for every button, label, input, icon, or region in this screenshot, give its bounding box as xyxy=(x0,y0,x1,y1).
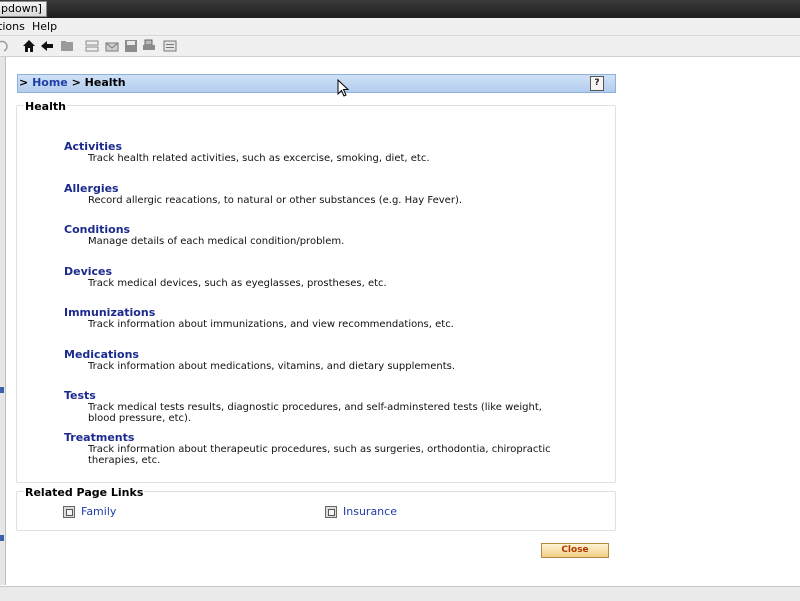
category-link-medications[interactable]: Medications xyxy=(64,348,564,361)
related-link-family[interactable]: Family xyxy=(63,505,116,518)
menu-item-options[interactable]: tions xyxy=(0,20,25,33)
related-link-label[interactable]: Family xyxy=(81,505,116,518)
category-description: Track information about therapeutic proc… xyxy=(88,444,551,466)
list-item: Immunizations Track information about im… xyxy=(64,306,564,330)
list-item: Conditions Manage details of each medica… xyxy=(64,223,564,247)
content-area: > Home > Health ? Health Activities Trac… xyxy=(6,57,800,585)
list-item: Activities Track health related activiti… xyxy=(64,140,564,164)
left-pane-marker xyxy=(0,535,4,541)
breadcrumb-current: Health xyxy=(84,76,126,89)
category-link-devices[interactable]: Devices xyxy=(64,265,564,278)
list-item: Treatments Track information about thera… xyxy=(64,431,564,466)
panel-title: Health xyxy=(24,100,67,113)
breadcrumb-separator: > xyxy=(71,76,81,89)
category-link-tests[interactable]: Tests xyxy=(64,389,564,402)
save-icon[interactable] xyxy=(123,38,139,54)
help-icon[interactable]: ? xyxy=(590,76,604,91)
related-links-panel: Related Page Links Family Insurance xyxy=(16,486,616,531)
breadcrumb-home-link[interactable]: Home xyxy=(32,76,68,89)
category-description: Record allergic reacations, to natural o… xyxy=(88,195,463,206)
category-description: Track information about immunizations, a… xyxy=(88,319,454,330)
toolbar xyxy=(0,36,800,57)
related-link-insurance[interactable]: Insurance xyxy=(325,505,397,518)
category-link-allergies[interactable]: Allergies xyxy=(64,182,564,195)
category-description: Track medical tests results, diagnostic … xyxy=(88,402,542,424)
breadcrumb: > Home > Health ? xyxy=(17,74,616,93)
close-button[interactable]: Close xyxy=(541,543,609,558)
status-bar xyxy=(0,586,800,601)
related-links-title: Related Page Links xyxy=(24,486,145,499)
link-icon xyxy=(63,505,75,518)
category-link-treatments[interactable]: Treatments xyxy=(64,431,564,444)
email-icon[interactable] xyxy=(104,38,120,54)
left-pane-marker xyxy=(0,387,4,393)
category-description: Manage details of each medical condition… xyxy=(88,236,345,247)
category-link-conditions[interactable]: Conditions xyxy=(64,223,564,236)
list-item: Allergies Record allergic reacations, to… xyxy=(64,182,564,206)
list-item: Devices Track medical devices, such as e… xyxy=(64,265,564,289)
back-arrow-icon[interactable] xyxy=(39,38,55,54)
health-panel: Health Activities Track health related a… xyxy=(16,100,616,483)
edit-icon[interactable] xyxy=(84,38,100,54)
home-icon[interactable] xyxy=(21,38,37,54)
category-description: Track health related activities, such as… xyxy=(88,153,430,164)
menu-bar: tions Help xyxy=(0,18,800,36)
title-bar: pdown] xyxy=(0,0,800,18)
menu-item-help[interactable]: Help xyxy=(32,20,57,33)
link-icon xyxy=(325,505,337,518)
window-title: pdown] xyxy=(0,1,47,17)
category-link-immunizations[interactable]: Immunizations xyxy=(64,306,564,319)
folder-icon[interactable] xyxy=(59,38,75,54)
mouse-cursor-icon xyxy=(337,78,350,100)
category-description: Track information about medications, vit… xyxy=(88,361,456,372)
related-link-label[interactable]: Insurance xyxy=(343,505,397,518)
category-description: Track medical devices, such as eyeglasse… xyxy=(88,278,387,289)
category-link-activities[interactable]: Activities xyxy=(64,140,564,153)
list-item: Medications Track information about medi… xyxy=(64,348,564,372)
breadcrumb-trail: > Home > Health xyxy=(19,76,126,89)
document-icon[interactable] xyxy=(162,38,178,54)
undo-icon[interactable] xyxy=(0,38,10,54)
print-icon[interactable] xyxy=(141,38,157,54)
list-item: Tests Track medical tests results, diagn… xyxy=(64,389,564,424)
breadcrumb-separator: > xyxy=(19,76,29,89)
